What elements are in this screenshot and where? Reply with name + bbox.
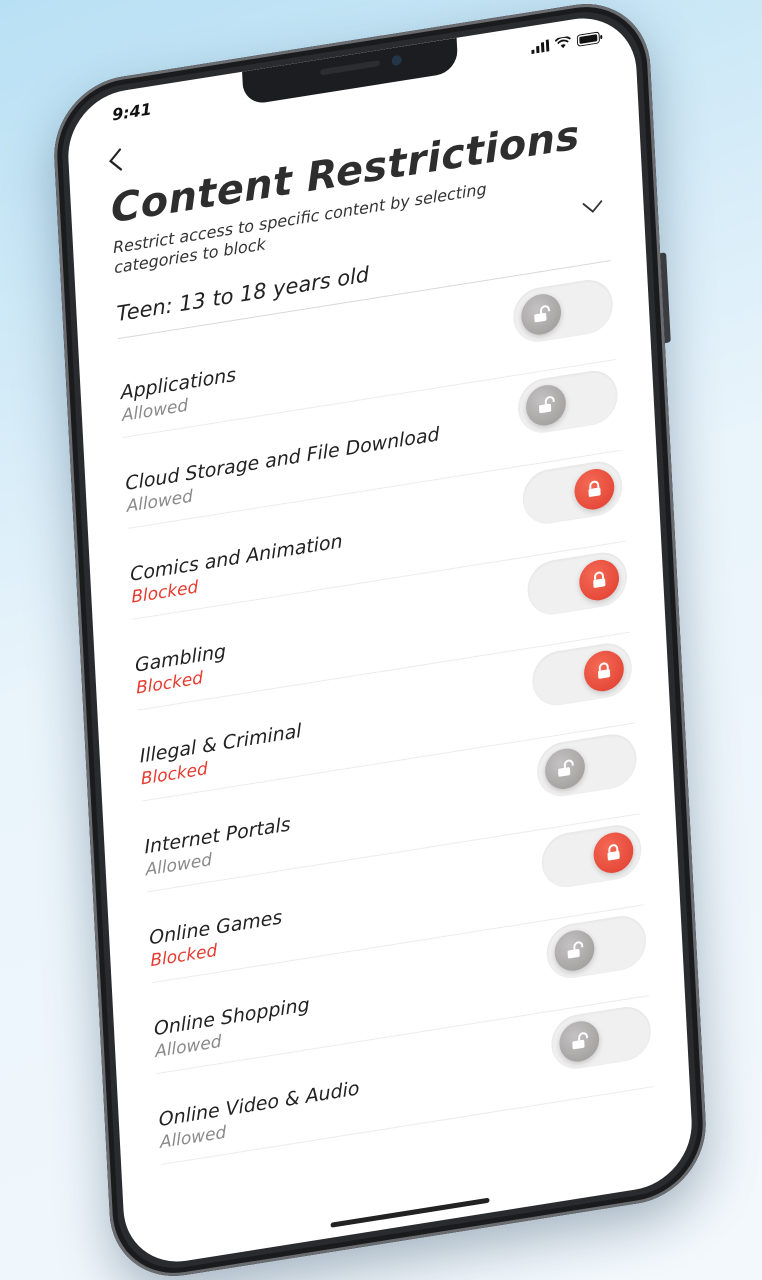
back-button[interactable] [108, 146, 129, 178]
padlock-closed-icon [597, 662, 611, 679]
padlock-open-icon [539, 396, 555, 414]
toggle-knob [520, 291, 563, 338]
category-text: Online Games Blocked [147, 882, 283, 971]
padlock-closed-icon [593, 571, 606, 588]
speaker-grille [320, 60, 380, 76]
category-text: Internet Portals Allowed [143, 789, 293, 880]
category-list: Applications Allowed Cloud Storage and Fil… [118, 269, 654, 1166]
wifi-icon [554, 36, 571, 49]
category-block-toggle[interactable] [540, 821, 643, 892]
padlock-open-icon [558, 759, 574, 777]
main-content: Content Restrictions Restrict access to … [68, 60, 695, 1270]
status-time: 9:41 [111, 98, 153, 125]
category-text: Applications Allowed [119, 340, 238, 426]
app-screen: 9:41 Content Restrictions Restrict acces… [65, 9, 695, 1271]
category-text: Online Video & Audio Allowed [157, 1053, 361, 1153]
toggle-knob [573, 466, 616, 513]
category-block-toggle[interactable] [526, 548, 629, 619]
toggle-knob [592, 829, 635, 876]
padlock-closed-icon [607, 844, 620, 861]
category-text: Gambling Blocked [133, 616, 228, 698]
signal-icon [531, 39, 550, 55]
toggle-knob [558, 1018, 601, 1065]
category-block-toggle[interactable] [535, 730, 638, 801]
category-text: Online Shopping Allowed [152, 970, 311, 1063]
category-block-toggle[interactable] [521, 457, 624, 528]
toggle-knob [583, 647, 625, 695]
padlock-open-icon [534, 305, 551, 323]
category-block-toggle[interactable] [511, 276, 615, 346]
toggle-knob [525, 382, 567, 429]
category-block-toggle[interactable] [531, 639, 634, 710]
category-block-toggle[interactable] [550, 1003, 653, 1073]
chevron-left-icon [109, 148, 123, 171]
chevron-down-icon [582, 200, 603, 213]
toggle-knob [553, 927, 596, 974]
category-text: Illegal & Criminal Blocked [138, 696, 303, 790]
category-block-toggle[interactable] [516, 366, 619, 437]
category-block-toggle[interactable] [545, 912, 648, 982]
padlock-open-icon [567, 941, 584, 959]
padlock-closed-icon [588, 480, 601, 497]
toggle-knob [578, 556, 621, 604]
status-icons [531, 31, 603, 55]
phone-device: 9:41 Content Restrictions Restrict acces… [50, 0, 710, 1280]
toggle-knob [544, 745, 586, 792]
battery-icon [576, 31, 603, 47]
front-camera [391, 54, 402, 67]
padlock-open-icon [572, 1032, 589, 1050]
